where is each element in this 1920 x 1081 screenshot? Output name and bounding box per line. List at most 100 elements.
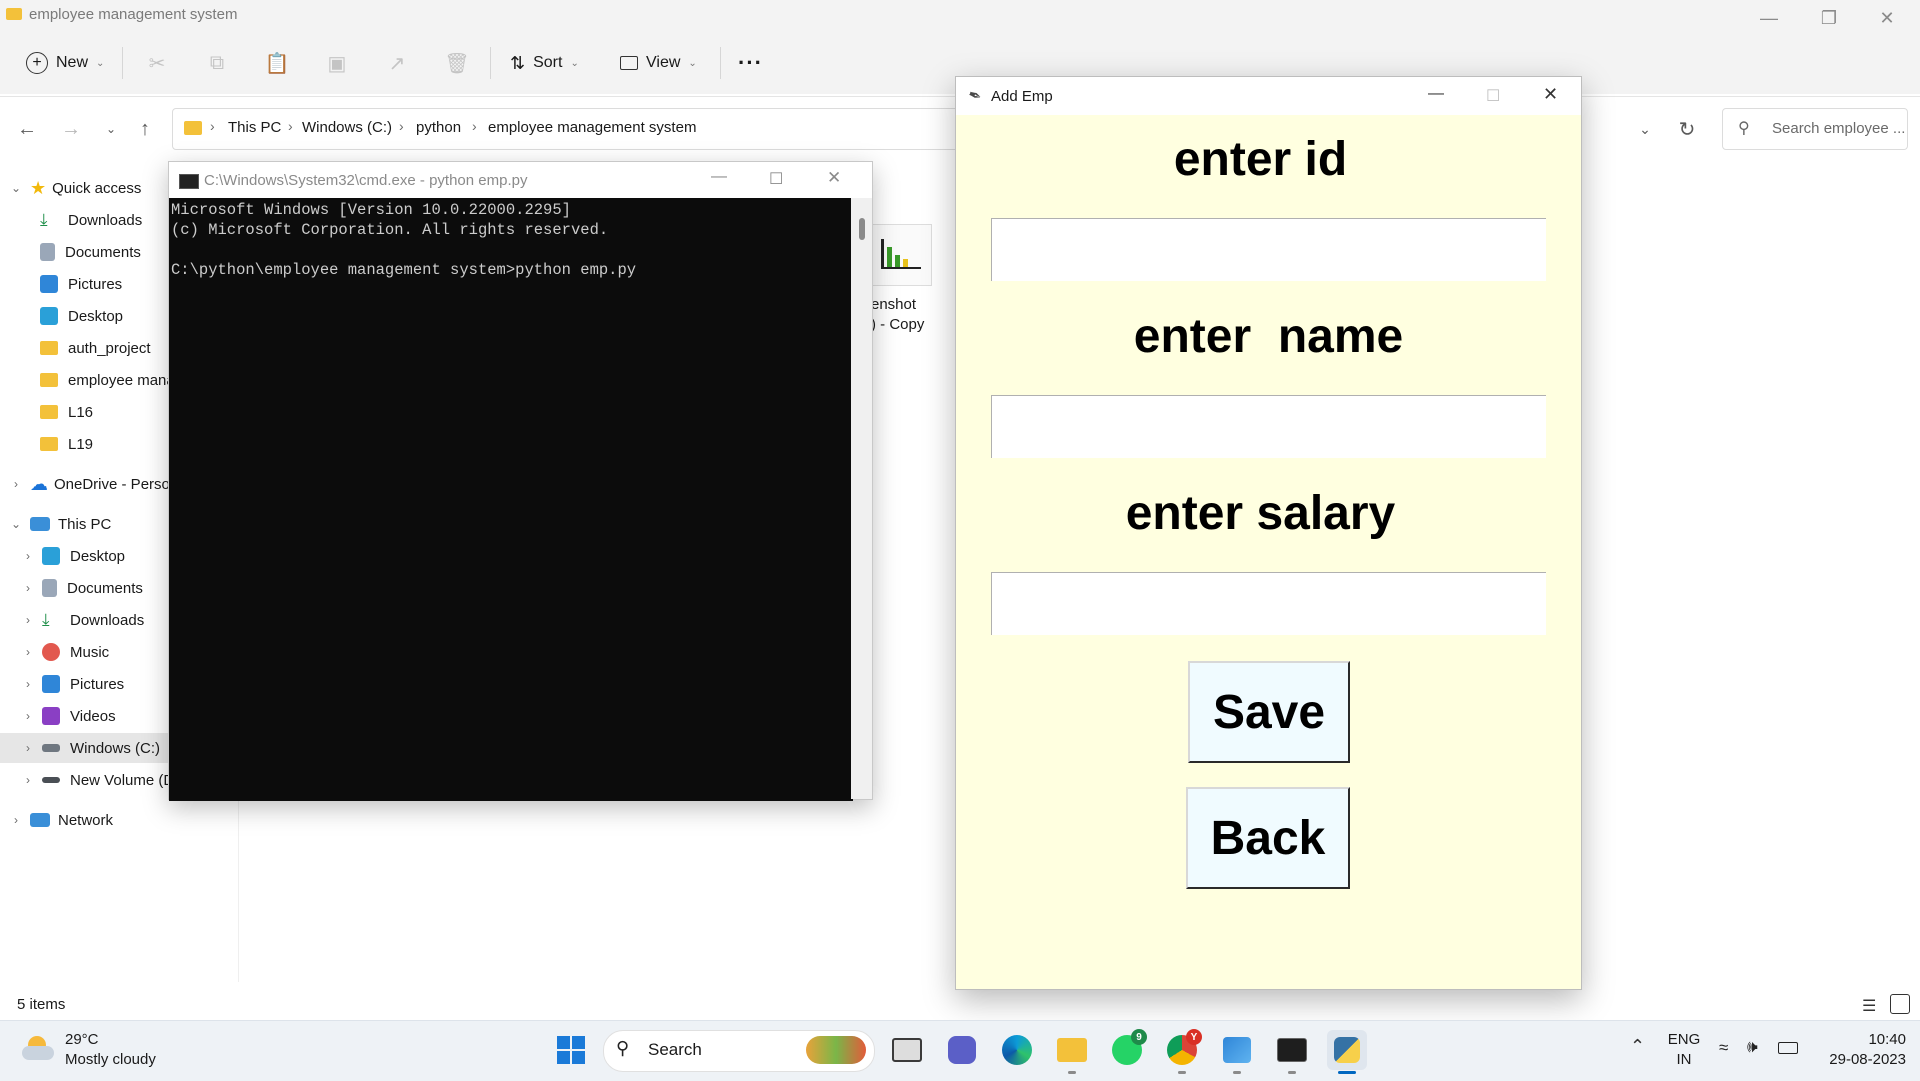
cmd-scrollbar[interactable] <box>851 198 872 799</box>
cut-icon[interactable]: ✂ <box>144 50 170 76</box>
view-button[interactable]: View ⌄ <box>620 48 697 78</box>
back-arrow-icon[interactable]: ← <box>12 114 42 144</box>
search-highlight-icon <box>806 1036 866 1064</box>
details-view-icon[interactable]: ☰ <box>1862 996 1876 1016</box>
clock-date[interactable]: 29-08-2023 <box>1806 1051 1906 1068</box>
terminal-icon <box>1277 1038 1307 1062</box>
sidebar-label: Documents <box>65 243 141 261</box>
name-input[interactable] <box>991 395 1546 458</box>
rename-icon[interactable]: ▣ <box>324 50 350 76</box>
sort-icon: ⇅ <box>510 52 526 73</box>
chevron-right-icon: › <box>26 741 30 755</box>
close-button[interactable]: ✕ <box>827 168 841 188</box>
file-thumbnail[interactable] <box>870 224 932 286</box>
photos-button[interactable] <box>1217 1030 1257 1070</box>
address-dropdown-chevron-icon[interactable]: ⌄ <box>1630 114 1660 144</box>
close-button[interactable]: ✕ <box>1543 84 1558 105</box>
show-hidden-icons-chevron-icon[interactable]: ⌃ <box>1630 1036 1645 1057</box>
folder-icon <box>40 341 58 355</box>
sort-button[interactable]: ⇅ Sort ⌄ <box>510 48 579 78</box>
language-line2[interactable]: IN <box>1666 1051 1702 1068</box>
maximize-button[interactable]: ☐ <box>769 169 783 189</box>
forward-arrow-icon[interactable]: → <box>56 114 86 144</box>
chevron-right-icon: › <box>26 773 30 787</box>
sidebar-label: This PC <box>58 515 112 533</box>
explorer-title: employee management system <box>29 6 238 23</box>
running-indicator <box>1068 1071 1076 1074</box>
weather-temperature[interactable]: 29°C <box>65 1031 99 1048</box>
pictures-icon <box>40 275 58 293</box>
teams-chat-button[interactable] <box>942 1030 982 1070</box>
delete-icon[interactable]: 🗑 <box>444 50 470 76</box>
network-icon <box>30 813 50 827</box>
share-icon[interactable]: ↗ <box>384 50 410 76</box>
chart-bar <box>887 247 892 267</box>
paste-icon[interactable]: 📋 <box>264 50 290 76</box>
running-indicator <box>1233 1071 1241 1074</box>
more-options-button[interactable]: ··· <box>738 48 763 78</box>
cmd-console-output[interactable]: Microsoft Windows [Version 10.0.22000.22… <box>169 198 853 801</box>
explorer-titlebar <box>0 0 1920 30</box>
search-icon: ⚲ <box>1738 120 1750 137</box>
cmd-icon <box>179 174 199 189</box>
edge-button[interactable] <box>997 1030 1037 1070</box>
chart-bar <box>881 239 884 267</box>
minimize-button[interactable]: — <box>1428 85 1444 103</box>
breadcrumb-this-pc[interactable]: This PC <box>228 119 281 136</box>
teams-icon <box>948 1036 976 1064</box>
edge-icon <box>1002 1035 1032 1065</box>
copy-icon[interactable]: ⧉ <box>204 50 230 76</box>
weather-description[interactable]: Mostly cloudy <box>65 1051 156 1068</box>
chevron-right-icon: › <box>26 549 30 563</box>
id-input[interactable] <box>991 218 1546 281</box>
recent-locations-chevron-icon[interactable]: ⌄ <box>96 114 126 144</box>
save-button[interactable]: Save <box>1188 661 1350 763</box>
sidebar-label: L16 <box>68 403 94 421</box>
salary-input[interactable] <box>991 572 1546 635</box>
clock-time[interactable]: 10:40 <box>1816 1031 1906 1048</box>
weather-cloud-icon[interactable] <box>22 1036 56 1062</box>
file-label: enshot <box>871 296 917 313</box>
console-line: Microsoft Windows [Version 10.0.22000.22… <box>171 201 571 219</box>
breadcrumb-employee-management-system[interactable]: employee management system <box>488 119 696 136</box>
new-button[interactable]: + New ⌄ <box>26 48 104 78</box>
sidebar-label: employee mana <box>68 371 175 389</box>
breadcrumb-chevron-icon: › <box>472 118 477 134</box>
sidebar-item-network[interactable]: › Network <box>0 805 238 835</box>
volume-icon[interactable]: 🕪 <box>1747 1037 1758 1057</box>
enter-name-label: enter name <box>1133 310 1404 363</box>
minimize-button[interactable]: — <box>711 168 727 186</box>
search-icon: ⚲ <box>616 1038 630 1058</box>
file-explorer-button[interactable] <box>1052 1030 1092 1070</box>
wifi-icon[interactable]: ≈ <box>1719 1038 1728 1058</box>
terminal-button[interactable] <box>1272 1030 1312 1070</box>
scrollbar-thumb[interactable] <box>859 218 865 240</box>
sidebar-label: Desktop <box>70 547 126 565</box>
back-button[interactable]: Back <box>1186 787 1350 889</box>
language-line1[interactable]: ENG <box>1666 1031 1702 1048</box>
sidebar-label: Downloads <box>70 611 145 629</box>
sidebar-label: New Volume (D <box>70 771 175 789</box>
maximize-button[interactable]: ☐ <box>1486 86 1500 106</box>
chart-bar <box>903 259 908 267</box>
plus-circle-icon: + <box>26 52 48 74</box>
toolbar-separator <box>490 47 491 79</box>
start-button[interactable] <box>551 1030 591 1070</box>
refresh-icon[interactable]: ↻ <box>1672 114 1702 144</box>
task-view-button[interactable] <box>887 1030 927 1070</box>
sidebar-label: Music <box>70 643 110 661</box>
breadcrumb-python[interactable]: python <box>416 119 461 136</box>
breadcrumb-windows-c[interactable]: Windows (C:) <box>302 119 392 136</box>
up-arrow-icon[interactable]: ↑ <box>130 114 160 144</box>
running-indicator <box>1178 1071 1186 1074</box>
pictures-icon <box>42 675 60 693</box>
toolbar-separator <box>720 47 721 79</box>
sort-label: Sort <box>533 54 563 71</box>
battery-icon[interactable] <box>1778 1042 1798 1054</box>
folder-icon <box>6 8 22 20</box>
breadcrumb-chevron-icon: › <box>210 118 215 134</box>
chart-bar <box>895 255 900 267</box>
python-button[interactable] <box>1327 1030 1367 1070</box>
tiles-view-icon[interactable] <box>1890 994 1910 1014</box>
